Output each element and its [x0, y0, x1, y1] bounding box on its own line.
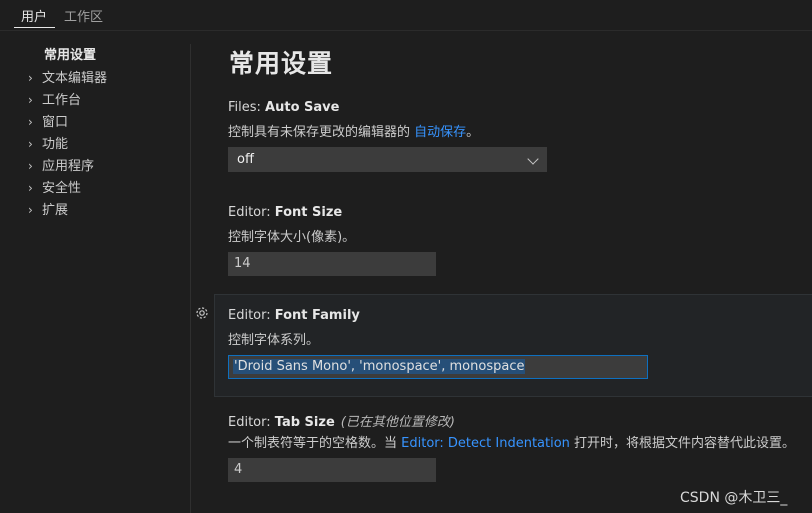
chevron-right-icon: › — [28, 115, 33, 129]
toc-item-extensions[interactable]: › 扩展 — [28, 200, 68, 220]
chevron-right-icon: › — [28, 159, 33, 173]
toc-item-window[interactable]: › 窗口 — [28, 112, 68, 132]
auto-save-link[interactable]: 自动保存 — [414, 125, 466, 140]
toc-item-application[interactable]: › 应用程序 — [28, 156, 94, 176]
detect-indentation-link[interactable]: Editor: Detect Indentation — [401, 436, 570, 451]
toc-item-features[interactable]: › 功能 — [28, 134, 68, 154]
setting-key: Auto Save — [265, 100, 340, 115]
toc-divider — [190, 44, 191, 513]
gear-icon[interactable] — [194, 305, 210, 321]
chevron-right-icon: › — [28, 93, 33, 107]
chevron-right-icon: › — [28, 71, 33, 85]
toc-item-label: 窗口 — [42, 115, 69, 130]
toc-item-text-editor[interactable]: › 文本编辑器 — [28, 68, 107, 88]
active-tab-indicator — [14, 27, 55, 28]
settings-scope-tabs: 用户 工作区 — [0, 0, 812, 31]
setting-category: Editor: — [228, 205, 275, 220]
toc-item-label: 安全性 — [42, 181, 82, 196]
desc-text: 一个制表符等于的空格数。当 — [228, 436, 402, 451]
setting-category: Editor: — [228, 308, 275, 323]
setting-key: Font Family — [274, 308, 360, 323]
desc-text: 控制具有未保存更改的编辑器的 — [228, 125, 415, 140]
chevron-right-icon: › — [28, 181, 33, 195]
setting-desc-auto-save: 控制具有未保存更改的编辑器的 自动保存。 — [228, 121, 479, 140]
setting-desc-font-family: 控制字体系列。 — [228, 333, 320, 348]
toc-item-security[interactable]: › 安全性 — [28, 178, 81, 198]
tab-size-input[interactable]: 4 — [228, 458, 436, 482]
setting-key: Font Size — [274, 205, 343, 220]
chevron-down-icon — [527, 153, 539, 165]
toc-item-label: 扩展 — [42, 203, 69, 218]
setting-title-font-family: Editor: Font Family — [228, 308, 360, 323]
setting-category: Editor: — [228, 415, 275, 430]
setting-title-font-size: Editor: Font Size — [228, 205, 342, 220]
setting-category: Files: — [228, 100, 266, 115]
auto-save-value: off — [237, 152, 254, 167]
toc-item-workbench[interactable]: › 工作台 — [28, 90, 81, 110]
toc-item-label: 文本编辑器 — [42, 71, 108, 86]
font-family-input[interactable]: 'Droid Sans Mono', 'monospace', monospac… — [228, 355, 648, 379]
toc-item-common-settings[interactable]: 常用设置 — [44, 46, 96, 66]
toc-item-label: 应用程序 — [42, 159, 95, 174]
toc-item-label: 工作台 — [42, 93, 82, 108]
page-title: 常用设置 — [229, 49, 334, 78]
toc-item-label: 功能 — [42, 137, 69, 152]
setting-title-auto-save: Files: Auto Save — [228, 100, 339, 115]
chevron-right-icon: › — [28, 137, 33, 151]
setting-desc-tab-size: 一个制表符等于的空格数。当 Editor: Detect Indentation… — [228, 432, 795, 451]
font-size-input[interactable]: 14 — [228, 252, 436, 276]
toc-item-label: 常用设置 — [44, 48, 97, 63]
setting-title-tab-size: Editor: Tab Size (已在其他位置修改) — [228, 411, 455, 430]
setting-desc-font-size: 控制字体大小(像素)。 — [228, 230, 356, 245]
tab-size-value: 4 — [234, 462, 243, 477]
chevron-right-icon: › — [28, 203, 33, 217]
watermark: CSDN @木卫三_ — [680, 490, 788, 506]
desc-text: 打开时，将根据文件内容替代此设置。 — [569, 436, 796, 451]
setting-key: Tab Size — [274, 415, 335, 430]
tab-workspace[interactable]: 工作区 — [64, 6, 103, 25]
font-family-value: 'Droid Sans Mono', 'monospace', monospac… — [233, 359, 526, 374]
desc-text: 。 — [466, 125, 480, 140]
font-size-value: 14 — [234, 256, 251, 271]
modified-elsewhere-note[interactable]: (已在其他位置修改) — [341, 415, 455, 430]
tab-user[interactable]: 用户 — [21, 6, 47, 25]
auto-save-select[interactable]: off — [228, 147, 547, 172]
